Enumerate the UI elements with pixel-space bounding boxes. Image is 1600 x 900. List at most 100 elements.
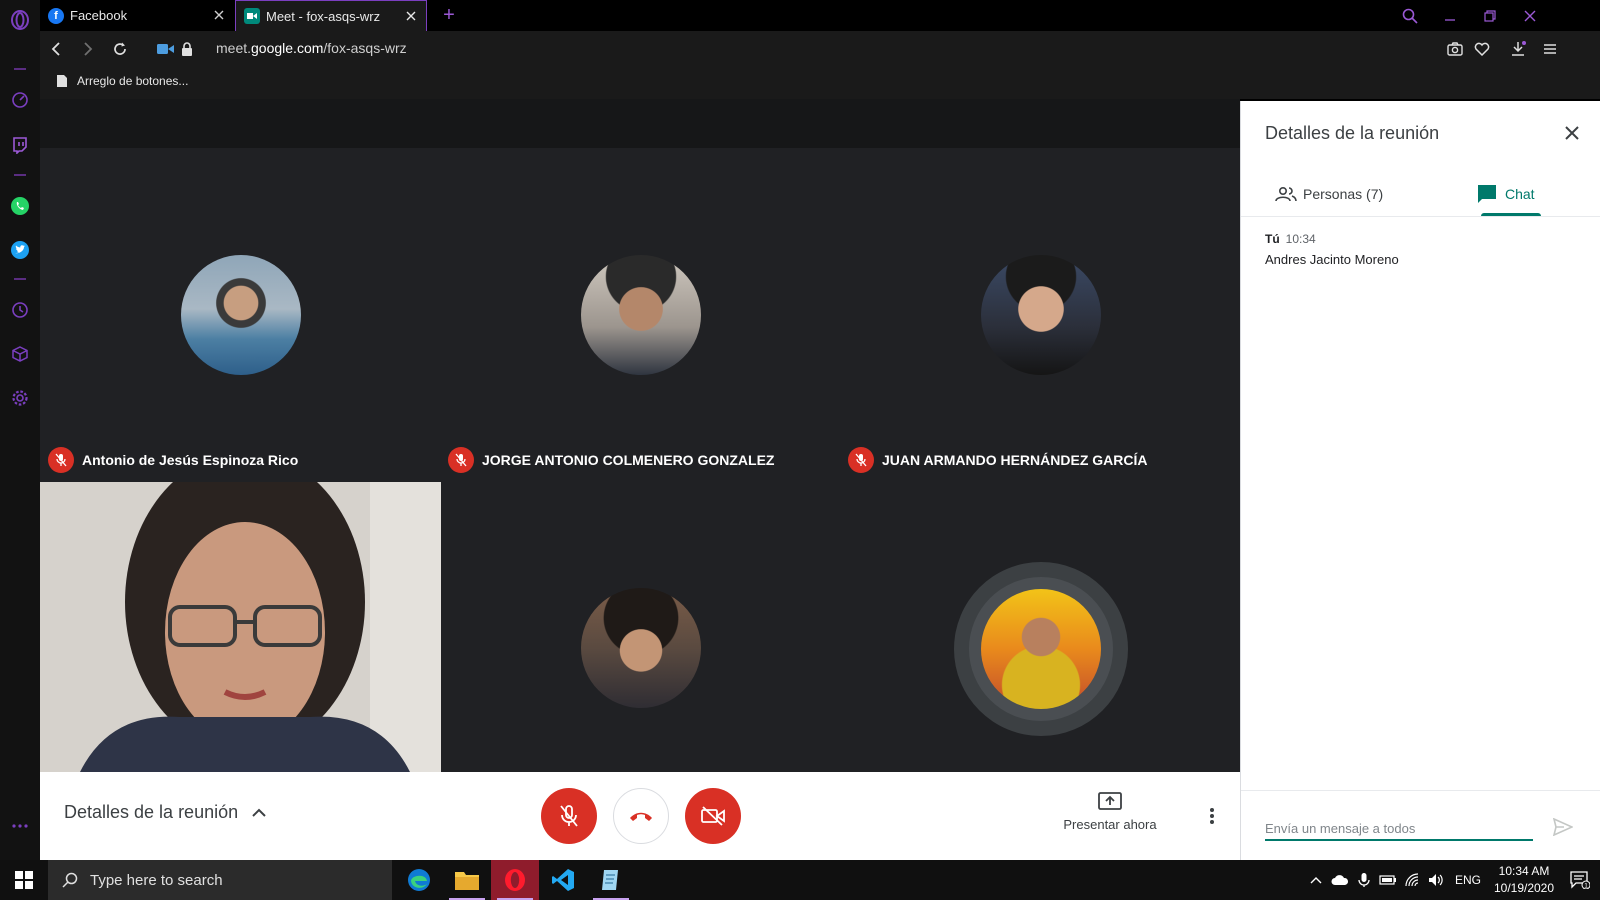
close-tab-icon[interactable] [212,8,226,22]
participant-name-tag: Antonio de Jesús Espinoza Rico [48,446,298,474]
vscode-app-icon[interactable] [539,860,587,900]
close-window-button[interactable] [1510,0,1550,31]
meeting-details-label: Detalles de la reunión [64,802,239,822]
participant-avatar [581,255,701,375]
twitch-icon[interactable] [8,133,32,157]
tab-people[interactable]: Personas (7) [1275,171,1383,217]
chat-compose-area [1241,790,1600,860]
opera-app-icon[interactable] [491,860,539,900]
close-panel-button[interactable] [1560,121,1584,145]
participant-avatar [981,589,1101,709]
snapshot-camera-icon[interactable] [1445,39,1465,59]
page-icon [57,75,67,87]
chat-timestamp: 10:34 [1285,232,1316,246]
more-options-button[interactable] [1200,804,1224,828]
sidebar-divider [14,174,26,176]
history-icon[interactable] [8,298,32,322]
meeting-details-button[interactable]: Detalles de la reunión [64,802,266,823]
chat-message-input[interactable] [1265,817,1533,841]
video-frame [40,482,441,772]
start-button[interactable] [0,860,48,900]
present-now-button[interactable]: Presentar ahora [1055,792,1165,832]
participant-name-tag: JORGE ANTONIO COLMENERO GONZALEZ [448,446,774,474]
tab-facebook[interactable]: f Facebook [40,0,234,31]
restore-button[interactable] [1470,0,1510,31]
notepad-app-icon[interactable] [587,860,635,900]
tab-title: Meet - fox-asqs-wrz [266,8,381,24]
camera-off-icon [701,806,725,826]
twitter-icon[interactable] [8,238,32,262]
easy-setup-menu-icon[interactable] [1540,39,1560,59]
bookmark-label: Arreglo de botones... [77,74,189,88]
participant-name-tag: JUAN ARMANDO HERNÁNDEZ GARCÍA [848,446,1147,474]
action-center-button[interactable]: 1 [1560,860,1600,900]
volume-icon[interactable] [1424,860,1448,900]
wifi-icon[interactable] [1400,860,1424,900]
sidebar-divider [14,68,26,70]
participant-avatar [181,255,301,375]
downloads-icon[interactable] [1508,39,1528,59]
more-dots-icon[interactable] [8,814,32,838]
meeting-details-panel: Detalles de la reunión Personas (7) Chat… [1240,101,1600,860]
bookmark-item[interactable]: Arreglo de botones... [56,74,188,88]
chat-icon [1478,185,1496,203]
lock-icon[interactable] [177,39,197,59]
back-button[interactable] [46,39,66,59]
input-language-indicator[interactable]: ENG [1450,860,1486,900]
opera-logo-icon[interactable] [8,8,32,32]
search-placeholder: Type here to search [90,871,223,889]
url-domain: google.com [251,40,324,56]
meet-header [40,99,1240,148]
chat-message-header: Tú 10:34 [1265,232,1316,246]
battery-icon[interactable] [1376,860,1400,900]
leave-call-button[interactable] [613,788,669,844]
facebook-icon: f [48,7,64,24]
muted-mic-icon [848,447,874,473]
extensions-cube-icon[interactable] [8,342,32,366]
edge-app-icon[interactable] [395,860,443,900]
search-tabs-icon[interactable] [1390,0,1430,31]
chat-message-text: Andres Jacinto Moreno [1265,252,1399,267]
toggle-camera-button[interactable] [685,788,741,844]
tab-chat-label: Chat [1505,186,1535,202]
windows-logo-icon [15,871,33,889]
new-tab-button[interactable]: + [438,4,460,26]
camera-in-use-icon[interactable] [156,39,176,59]
microphone-icon[interactable] [1352,860,1376,900]
notification-icon: 1 [1570,871,1590,889]
url-text[interactable]: meet.google.com/fox-asqs-wrz [216,40,407,56]
reload-button[interactable] [110,39,130,59]
tab-chat[interactable]: Chat [1477,171,1535,217]
onedrive-icon[interactable] [1328,860,1352,900]
bookmarks-bar: Arreglo de botones... [40,67,1600,99]
clock[interactable]: 10:34 AM 10/19/2020 [1488,860,1560,900]
url-path: /fox-asqs-wrz [323,40,407,56]
taskbar-search-box[interactable]: Type here to search [48,860,392,900]
tab-people-label: Personas (7) [1303,186,1384,202]
show-hidden-icons-button[interactable] [1304,860,1328,900]
forward-button[interactable] [78,39,98,59]
speed-dial-icon[interactable] [8,88,32,112]
close-icon [1565,126,1579,140]
send-message-button[interactable] [1551,815,1575,839]
search-icon [62,872,78,888]
chat-sender: Tú [1265,232,1280,246]
whatsapp-icon[interactable] [8,194,32,218]
file-explorer-app-icon[interactable] [443,860,491,900]
meeting-controls-bar: Detalles de la reunión Presentar ahora [40,772,1240,860]
hang-up-icon [630,812,652,821]
address-bar: meet.google.com/fox-asqs-wrz [40,31,1600,67]
minimize-button[interactable] [1430,0,1470,31]
muted-mic-icon [48,447,74,473]
toggle-microphone-button[interactable] [541,788,597,844]
notification-count: 1 [1584,883,1588,890]
tab-meet[interactable]: Meet - fox-asqs-wrz [235,0,427,31]
settings-gear-icon[interactable] [8,386,32,410]
close-tab-icon[interactable] [404,9,418,23]
participant-avatar [981,255,1101,375]
present-now-label: Presentar ahora [1063,817,1157,832]
chevron-up-icon [252,808,266,817]
clock-time: 10:34 AM [1498,864,1550,878]
tab-strip: f Facebook Meet - fox-asqs-wrz + [40,0,1600,31]
heart-bookmark-icon[interactable] [1472,39,1492,59]
